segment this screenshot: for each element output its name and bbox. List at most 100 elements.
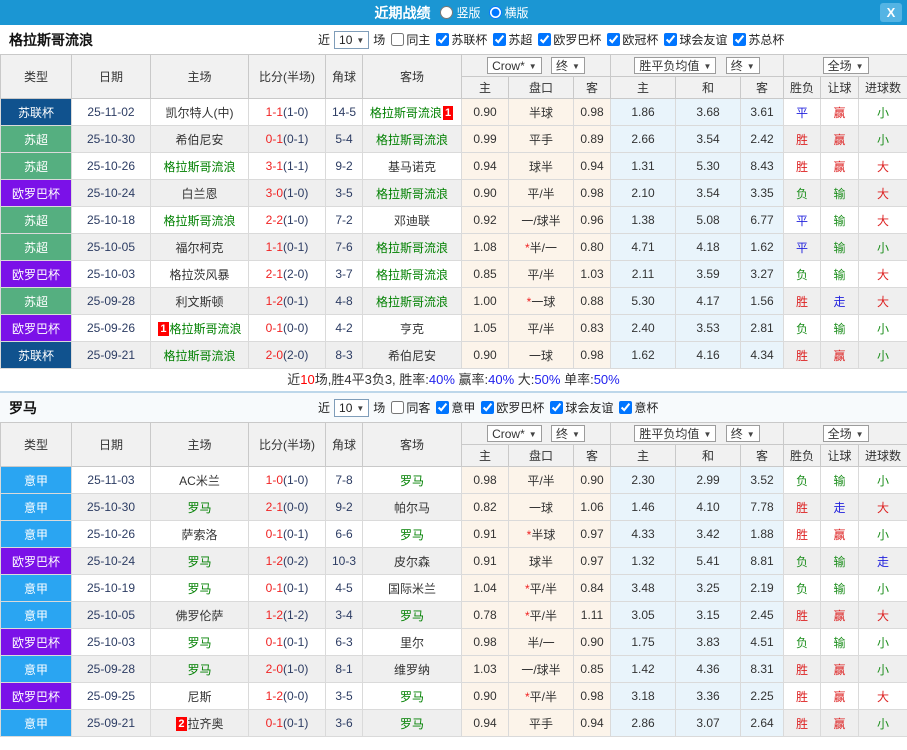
cell-date: 25-09-26	[71, 314, 151, 342]
table-row: 欧罗巴杯 25-10-24 罗马 1-2(0-2) 10-3 皮尔森 0.91 …	[0, 547, 907, 575]
league-checkbox[interactable]: 球会友谊	[550, 399, 613, 416]
cell-result-wdl: 负	[783, 314, 822, 342]
league-checkbox-input[interactable]	[493, 32, 507, 46]
league-checkbox-input[interactable]	[436, 400, 450, 414]
cell-avg-lose: 8.43	[740, 152, 785, 180]
avg-select[interactable]: 胜平负均值	[634, 57, 717, 75]
cell-away-team: 格拉斯哥流浪	[362, 287, 462, 315]
cell-home-team: 佛罗伦萨	[150, 601, 249, 629]
league-checkbox[interactable]: 欧冠杯	[607, 31, 658, 48]
cell-result-goals: 走	[858, 547, 907, 575]
league-checkbox[interactable]: 意杯	[619, 399, 658, 416]
scope-select[interactable]: 全场	[822, 57, 869, 74]
cell-handicap: 平手	[508, 709, 574, 737]
cell-odds-away: 1.06	[572, 493, 612, 521]
team-label: 罗马	[187, 500, 212, 515]
horizontal-radio[interactable]	[488, 6, 502, 19]
league-checkbox-input[interactable]	[619, 400, 633, 414]
cell-odds-away: 0.94	[572, 152, 612, 180]
col-avg-win: 主	[610, 76, 677, 99]
cell-corner: 3-4	[325, 601, 363, 629]
table-row: 苏联杯 25-09-21 格拉斯哥流浪 2-0(2-0) 8-3 希伯尼安 0.…	[0, 341, 907, 369]
games-count-select[interactable]: 10	[334, 30, 370, 49]
cell-odds-home: 0.90	[461, 341, 509, 369]
same-venue-input[interactable]	[391, 33, 405, 46]
league-checkbox[interactable]: 苏总杯	[733, 31, 784, 48]
bookmaker-select[interactable]: Crow*	[487, 425, 542, 442]
league-checkbox-input[interactable]	[538, 32, 552, 46]
col-avg-win: 主	[610, 444, 677, 467]
odds-final-select[interactable]: 终	[551, 425, 585, 442]
table-row: 意甲 25-10-19 罗马 0-1(0-1) 4-5 国际米兰 1.04 *平…	[0, 574, 907, 602]
cell-odds-home: 1.00	[461, 287, 509, 315]
col-result-goals: 进球数	[858, 76, 907, 99]
cell-home-team: 格拉斯哥流浪	[150, 206, 249, 234]
league-checkbox-input[interactable]	[436, 32, 450, 46]
same-venue-checkbox[interactable]: 同客	[391, 399, 430, 416]
league-checkbox[interactable]: 苏联杯	[436, 31, 487, 48]
titlebar: 近期战绩 竖版 横版 X	[0, 0, 907, 25]
filter-bar: 近 10 场 同客 意甲欧罗巴杯球会友谊意杯	[318, 398, 658, 417]
league-checkbox[interactable]: 球会友谊	[664, 31, 727, 48]
cell-avg-lose: 2.42	[740, 125, 785, 153]
league-checkbox-input[interactable]	[607, 32, 621, 46]
team-name: 格拉斯哥流浪	[9, 31, 93, 48]
cell-result-wdl: 负	[783, 260, 822, 288]
cell-corner: 3-7	[325, 260, 363, 288]
avg-select[interactable]: 胜平负均值	[634, 425, 717, 442]
cell-home-team: 萨索洛	[150, 520, 249, 548]
league-checkbox[interactable]: 意甲	[436, 399, 475, 416]
avg-final-select[interactable]: 终	[725, 57, 760, 74]
cell-home-team: 希伯尼安	[150, 125, 249, 153]
close-button[interactable]: X	[880, 3, 902, 22]
layout-horizontal-option[interactable]: 横版	[488, 4, 529, 21]
cell-corner: 7-6	[325, 233, 363, 261]
cell-corner: 3-5	[325, 179, 363, 207]
cell-result-goals: 小	[858, 125, 907, 153]
odds-final-select[interactable]: 终	[551, 57, 585, 74]
cell-avg-draw: 3.25	[675, 574, 742, 602]
cell-home-team: 罗马	[150, 493, 249, 521]
cell-odds-home: 1.08	[461, 233, 509, 261]
bookmaker-select[interactable]: Crow*	[487, 57, 542, 74]
cell-result-handicap: 输	[820, 574, 860, 602]
col-avg-lose: 客	[740, 444, 785, 467]
same-venue-input[interactable]	[391, 401, 405, 414]
col-result-handicap: 让球	[820, 76, 860, 99]
cell-handicap: *半/一	[508, 233, 574, 261]
col-score: 比分(半场)	[248, 54, 326, 99]
league-checkbox-input[interactable]	[550, 400, 564, 414]
cell-avg-draw: 5.41	[675, 547, 742, 575]
cell-home-team: 白兰恩	[150, 179, 249, 207]
cell-odds-away: 0.89	[572, 125, 612, 153]
chevron-down-icon	[699, 57, 711, 75]
avg-final-select[interactable]: 终	[725, 425, 760, 442]
cell-date: 25-10-24	[71, 547, 151, 575]
same-venue-checkbox[interactable]: 同主	[391, 31, 430, 48]
cell-away-team: 罗马	[362, 709, 462, 737]
scope-select[interactable]: 全场	[822, 425, 869, 442]
league-checkbox[interactable]: 苏超	[493, 31, 532, 48]
league-checkbox[interactable]: 欧罗巴杯	[538, 31, 601, 48]
chevron-down-icon	[352, 31, 364, 49]
cell-avg-draw: 2.99	[675, 466, 742, 494]
league-checkbox-input[interactable]	[733, 32, 747, 46]
cell-result-handicap: 赢	[820, 152, 860, 180]
vertical-radio[interactable]	[440, 6, 454, 19]
cell-handicap: *半球	[508, 520, 574, 548]
team-label: 罗马	[399, 608, 424, 623]
col-avg-lose: 客	[740, 76, 785, 99]
cell-avg-lose: 3.27	[740, 260, 785, 288]
layout-vertical-option[interactable]: 竖版	[440, 4, 481, 21]
odds-group-header: Crow* 终	[460, 54, 612, 77]
team-label: 格拉斯哥流浪	[375, 294, 448, 309]
league-checkbox-input[interactable]	[481, 400, 495, 414]
league-checkbox-input[interactable]	[664, 32, 678, 46]
cell-result-handicap: 输	[820, 628, 860, 656]
games-count-select[interactable]: 10	[334, 398, 370, 417]
cell-date: 25-10-30	[71, 125, 151, 153]
league-checkbox[interactable]: 欧罗巴杯	[481, 399, 544, 416]
cell-date: 25-09-28	[71, 287, 151, 315]
cell-handicap: *平/半	[508, 574, 574, 602]
team-label: 罗马	[187, 581, 212, 596]
